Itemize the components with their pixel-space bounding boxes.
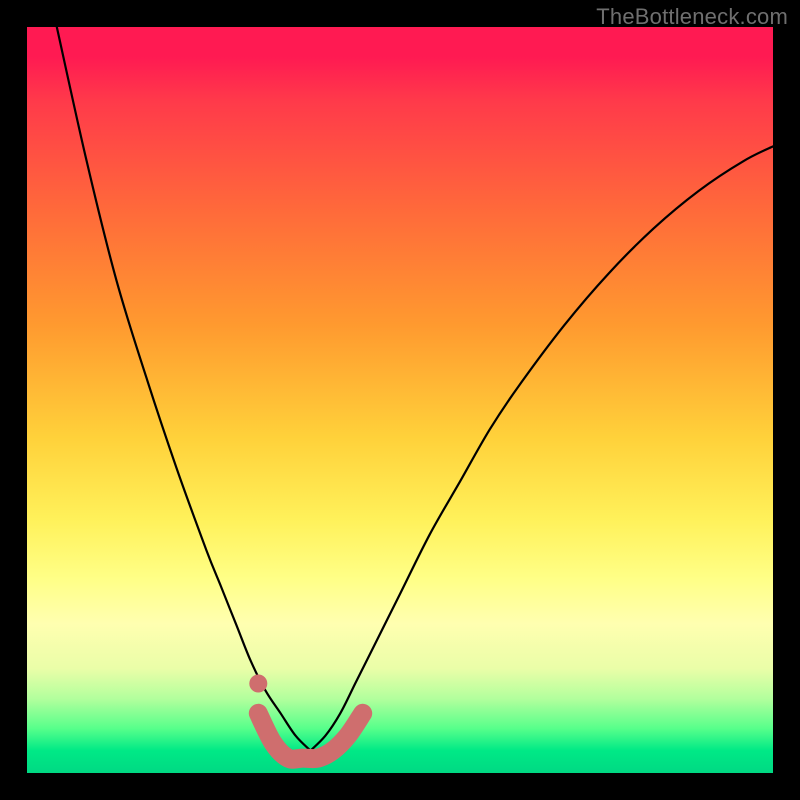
chart-frame: TheBottleneck.com bbox=[0, 0, 800, 800]
marker-dot bbox=[249, 675, 267, 693]
marker-band bbox=[258, 713, 362, 759]
chart-svg bbox=[27, 27, 773, 773]
curve-left bbox=[57, 27, 311, 751]
curve-right bbox=[311, 146, 774, 750]
watermark-text: TheBottleneck.com bbox=[596, 4, 788, 30]
plot-area bbox=[27, 27, 773, 773]
